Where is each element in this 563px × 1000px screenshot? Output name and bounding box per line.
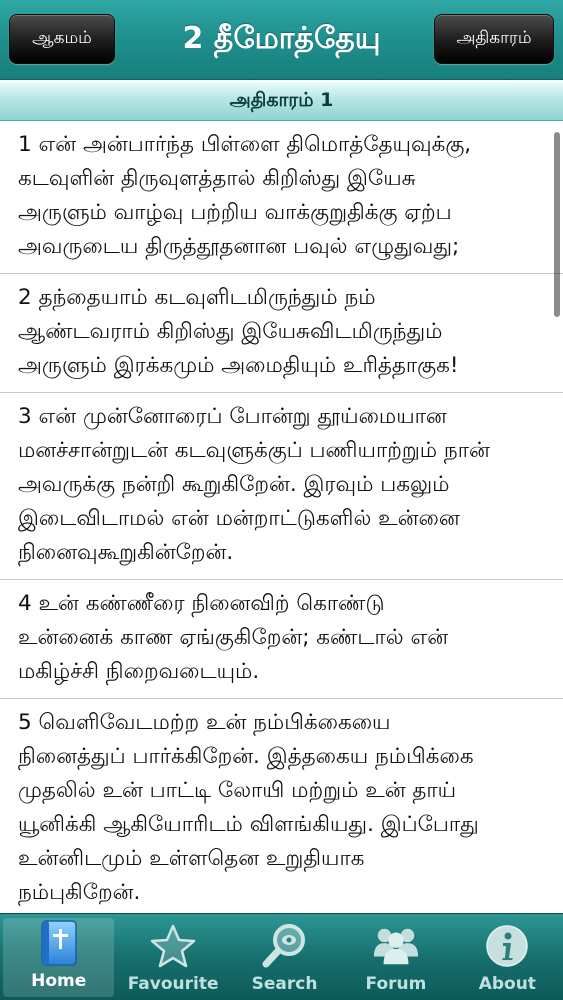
verse-item[interactable]: 2 தந்தையாம் கடவுளிடமிருந்தும் நம் ஆண்டவர… xyxy=(0,274,563,393)
people-icon xyxy=(372,921,420,971)
magnifier-icon xyxy=(261,921,309,971)
star-icon xyxy=(149,921,197,971)
page-title: 2 தீமோத்தேயு xyxy=(182,20,381,56)
navigation-bar: ஆகமம் 2 தீமோத்தேயு அதிகாரம் xyxy=(0,0,563,80)
tab-about[interactable]: About xyxy=(452,914,563,1000)
tab-bar: Home Favourite Search Forum About xyxy=(0,913,563,1000)
tab-home[interactable]: Home xyxy=(3,918,115,997)
chapter-header: அதிகாரம் 1 xyxy=(0,81,563,121)
verse-item[interactable]: 5 வெளிவேடமற்ற உன் நம்பிக்கையை நினைத்துப்… xyxy=(0,699,563,920)
verse-list[interactable]: 1 என் அன்பார்ந்த பிள்ளை திமொத்தேயுவுக்கு… xyxy=(0,121,563,920)
tab-search[interactable]: Search xyxy=(229,914,340,1000)
tab-label: Search xyxy=(251,974,318,994)
tab-favourite[interactable]: Favourite xyxy=(117,914,228,1000)
tab-label: Favourite xyxy=(127,974,219,994)
tab-forum[interactable]: Forum xyxy=(340,914,451,1000)
verse-item[interactable]: 3 என் முன்னோரைப் போன்று தூய்மையான மனச்சா… xyxy=(0,393,563,580)
tab-label: Forum xyxy=(365,974,427,994)
chapters-button[interactable]: அதிகாரம் xyxy=(434,14,554,64)
tab-label: About xyxy=(478,974,536,994)
books-button[interactable]: ஆகமம் xyxy=(9,14,115,64)
info-icon xyxy=(483,921,531,971)
scrollbar[interactable] xyxy=(554,132,560,317)
tab-label: Home xyxy=(31,971,87,991)
verse-item[interactable]: 4 உன் கண்ணீரை நினைவிற் கொண்டு உன்னைக் கா… xyxy=(0,580,563,699)
bible-icon xyxy=(35,918,83,968)
verse-item[interactable]: 1 என் அன்பார்ந்த பிள்ளை திமொத்தேயுவுக்கு… xyxy=(0,121,563,274)
